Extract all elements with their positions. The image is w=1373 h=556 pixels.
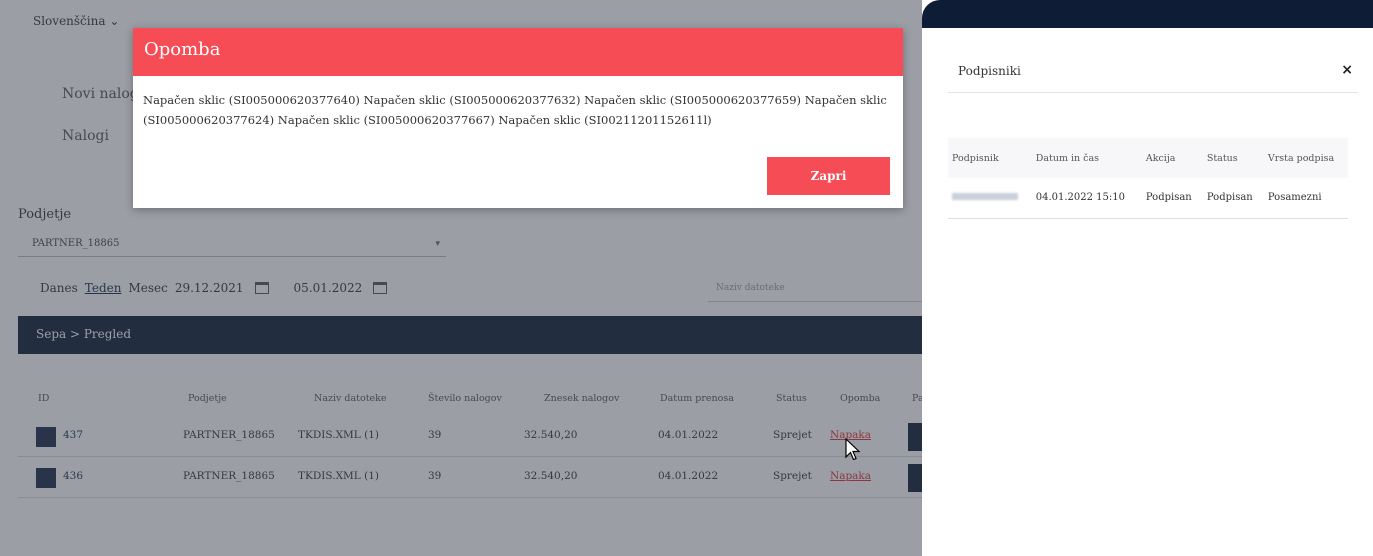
table-row: 04.01.2022 15:10 Podpisan Podpisan Posam… — [948, 178, 1348, 219]
col-signer: Podpisnik — [948, 138, 1032, 178]
signer-name — [948, 178, 1032, 219]
modal-message: Napačen sklic (SI005000620377640) Napače… — [143, 93, 887, 127]
panel-title: Podpisniki — [958, 64, 1021, 78]
col-datetime: Datum in čas — [1031, 138, 1142, 178]
table-header-row: Podpisnik Datum in čas Akcija Status Vrs… — [948, 138, 1348, 178]
signer-type: Posamezni — [1263, 178, 1348, 219]
col-action: Akcija — [1141, 138, 1203, 178]
note-modal: Opomba Napačen sklic (SI005000620377640)… — [133, 28, 903, 208]
redacted-name — [952, 193, 1018, 201]
close-button[interactable]: Zapri — [767, 157, 890, 195]
mouse-pointer-icon — [845, 438, 861, 461]
panel-top-bar — [922, 0, 1373, 28]
signer-datetime: 04.01.2022 15:10 — [1031, 178, 1142, 219]
col-status: Status — [1202, 138, 1264, 178]
col-signature-type: Vrsta podpisa — [1263, 138, 1348, 178]
signer-action: Podpisan — [1141, 178, 1203, 219]
signer-status: Podpisan — [1202, 178, 1264, 219]
modal-title: Opomba — [133, 28, 903, 76]
signers-table: Podpisnik Datum in čas Akcija Status Vrs… — [948, 138, 1348, 219]
divider — [948, 92, 1358, 93]
signers-panel: Podpisniki × Podpisnik Datum in čas Akci… — [922, 0, 1373, 556]
close-icon[interactable]: × — [1341, 62, 1353, 78]
